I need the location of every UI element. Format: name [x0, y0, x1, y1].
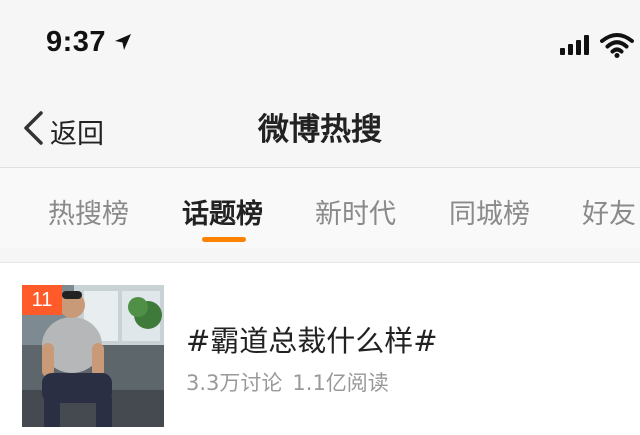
discussion-count: 3.3万讨论 [186, 371, 283, 395]
read-count: 1.1亿阅读 [292, 371, 389, 395]
status-bar: 9:37 [0, 0, 640, 88]
topic-list: 11 #霸道总裁什么样# 3.3万讨论 1.1亿阅读 [0, 263, 640, 435]
status-time: 9:37 [46, 26, 107, 58]
tab-new-era[interactable]: 新时代 [315, 192, 396, 231]
rank-badge: 11 [22, 285, 62, 315]
nav-bar: 返回 微博热搜 [0, 88, 640, 168]
topic-meta: 3.3万讨论 1.1亿阅读 [186, 367, 389, 397]
tab-bar: 热搜榜 话题榜 新时代 同城榜 好友 [0, 168, 640, 248]
tab-topics[interactable]: 话题榜 [182, 192, 263, 231]
cellular-signal-icon [560, 35, 589, 55]
tab-hot-search[interactable]: 热搜榜 [48, 192, 129, 231]
page-title: 微博热搜 [258, 112, 382, 148]
tab-local[interactable]: 同城榜 [449, 192, 530, 231]
tab-friends[interactable]: 好友 [582, 192, 636, 231]
topic-thumbnail: 11 [22, 285, 164, 427]
wifi-icon [600, 33, 634, 58]
active-tab-indicator [202, 237, 246, 242]
location-arrow-icon [115, 34, 131, 50]
list-item[interactable]: 11 #霸道总裁什么样# 3.3万讨论 1.1亿阅读 [0, 263, 640, 435]
topic-title: #霸道总裁什么样# [186, 324, 438, 358]
